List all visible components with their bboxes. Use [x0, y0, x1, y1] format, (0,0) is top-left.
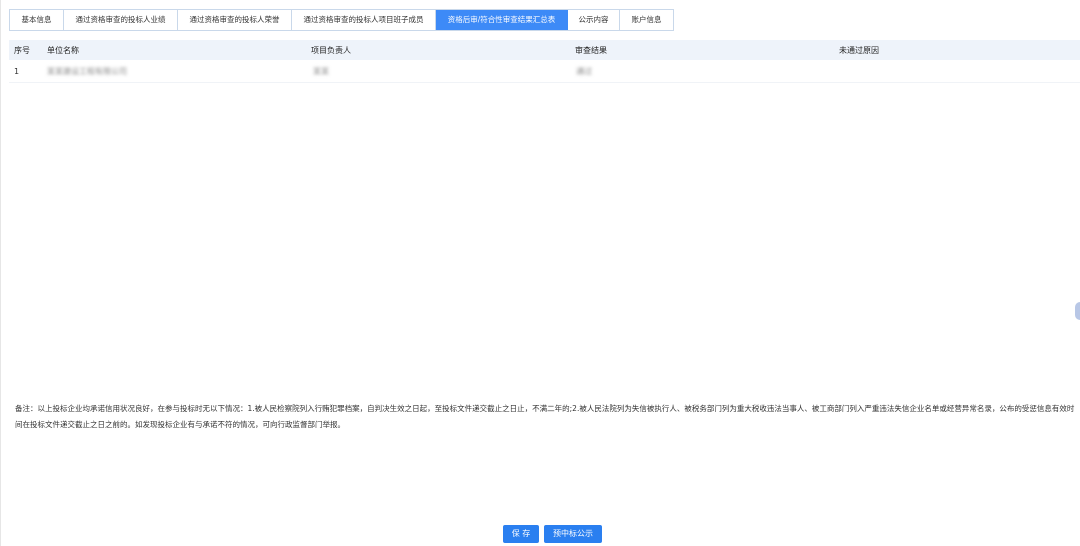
pre-award-publish-button[interactable]: 预中标公示	[544, 525, 602, 543]
cell-company: 某某建设工程有限公司	[47, 66, 127, 76]
tab-public-content[interactable]: 公示内容	[568, 10, 620, 30]
remarks-note: 备注：以上投标企业均承诺信用状况良好，在参与投标时无以下情况：1.被人民检察院列…	[15, 404, 1075, 429]
tab-review-summary[interactable]: 资格后审/符合性审查结果汇总表	[436, 10, 568, 30]
header-manager: 项目负责人	[311, 45, 351, 55]
tab-project-team[interactable]: 通过资格审查的投标人项目班子成员	[292, 10, 436, 30]
page-frame: 基本信息 通过资格审查的投标人业绩 通过资格审查的投标人荣誉 通过资格审查的投标…	[0, 0, 1080, 546]
header-company: 单位名称	[47, 45, 79, 55]
scroll-handle[interactable]	[1075, 302, 1080, 320]
tab-bar: 基本信息 通过资格审查的投标人业绩 通过资格审查的投标人荣誉 通过资格审查的投标…	[9, 9, 674, 31]
header-reason: 未通过原因	[839, 45, 879, 55]
tab-account-info[interactable]: 账户信息	[620, 10, 674, 30]
cell-manager: 某某	[313, 66, 329, 76]
review-summary-table: 序号 单位名称 项目负责人 审查结果 未通过原因 1 某某建设工程有限公司 某某…	[9, 40, 1080, 83]
tab-bidder-honors[interactable]: 通过资格审查的投标人荣誉	[178, 10, 292, 30]
cell-result: 通过	[576, 66, 592, 76]
header-result: 审查结果	[575, 45, 607, 55]
tab-bidder-performance[interactable]: 通过资格审查的投标人业绩	[64, 10, 178, 30]
table-row[interactable]: 1 某某建设工程有限公司 某某 通过	[9, 60, 1080, 83]
header-index: 序号	[14, 45, 30, 55]
tab-basic-info[interactable]: 基本信息	[10, 10, 64, 30]
cell-index: 1	[14, 66, 20, 76]
table-header: 序号 单位名称 项目负责人 审查结果 未通过原因	[9, 40, 1080, 60]
save-button[interactable]: 保 存	[503, 525, 539, 543]
